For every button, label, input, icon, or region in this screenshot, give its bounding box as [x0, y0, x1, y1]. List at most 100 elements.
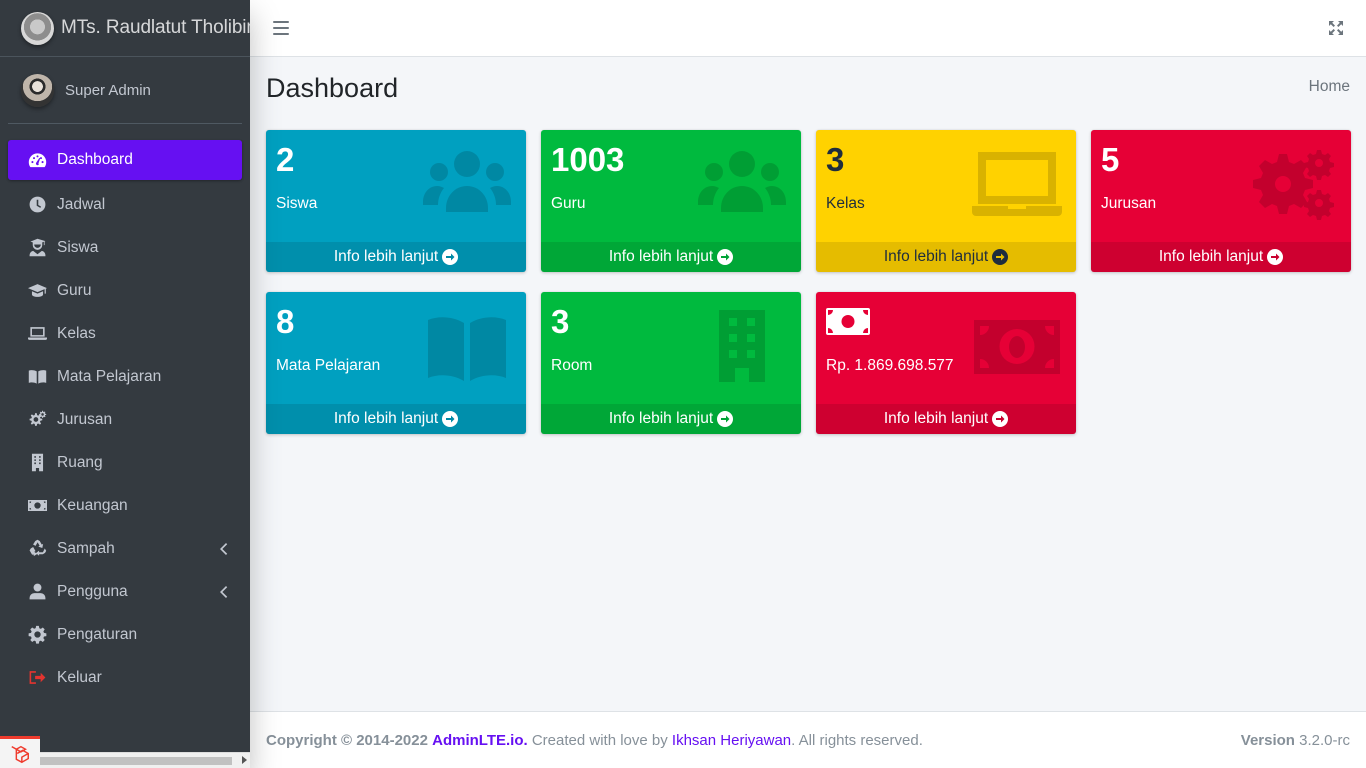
box-label: Siswa	[276, 195, 318, 212]
arrow-circle-right-icon	[717, 411, 734, 427]
sidebar-item-mata-pelajaran[interactable]: Mata Pelajaran	[8, 355, 242, 398]
version-value: 3.2.0-rc	[1299, 731, 1350, 749]
chevron-left-icon	[218, 585, 228, 599]
money-bill-icon	[26, 495, 48, 517]
more-info-link[interactable]: Info lebih lanjut	[541, 242, 801, 272]
expand-arrows-icon	[1329, 21, 1343, 35]
sidebar-item-label: Pengaturan	[57, 625, 138, 643]
sidebar-item-dashboard[interactable]: Dashboard	[8, 140, 242, 180]
scroll-right-arrow-icon[interactable]	[242, 756, 247, 764]
avatar	[21, 73, 54, 107]
version: Version 3.2.0-rc	[1241, 732, 1350, 749]
user-icon	[26, 581, 48, 603]
box-value: 8	[276, 303, 295, 340]
copyright-text: Copyright © 2014-2022	[266, 731, 428, 749]
sign-out-icon	[26, 667, 48, 689]
more-info-link[interactable]: Info lebih lanjut	[266, 404, 526, 434]
brand-title: MTs. Raudlatut Tholibin	[61, 17, 250, 38]
bars-icon-line	[273, 27, 289, 29]
sidebar-item-jurusan[interactable]: Jurusan	[8, 398, 242, 441]
sidebar-item-label: Guru	[57, 281, 92, 299]
chevron-left-icon	[218, 542, 228, 556]
adminlte-link[interactable]: AdminLTE.io.	[432, 732, 528, 749]
sidebar-item-guru[interactable]: Guru	[8, 269, 242, 312]
more-info-link[interactable]: Info lebih lanjut	[1091, 242, 1351, 272]
box-label: Room	[551, 357, 593, 374]
sidebar-item-label: Keuangan	[57, 496, 128, 514]
menu-toggle-button[interactable]	[272, 19, 290, 37]
graduation-cap-icon	[26, 280, 48, 302]
more-info-link[interactable]: Info lebih lanjut	[541, 404, 801, 434]
sidebar-item-label: Sampah	[57, 539, 115, 557]
small-box-siswa: 2 Siswa Info lebih lanjut	[266, 130, 526, 272]
sidebar-item-siswa[interactable]: Siswa	[8, 226, 242, 269]
main-sidebar: MTs. Raudlatut Tholibin Super Admin Dash…	[0, 0, 250, 768]
sidebar-item-jadwal[interactable]: Jadwal	[8, 183, 242, 226]
version-label: Version	[1240, 731, 1295, 749]
sidebar-item-label: Mata Pelajaran	[57, 367, 162, 385]
breadcrumb-home[interactable]: Home	[1309, 78, 1350, 96]
sidebar-item-keuangan[interactable]: Keuangan	[8, 484, 242, 527]
sidebar-item-label: Siswa	[57, 238, 99, 256]
sidebar-item-keluar[interactable]: Keluar	[8, 656, 242, 699]
school-logo-icon	[21, 11, 54, 45]
more-info-text: Info lebih lanjut	[608, 248, 714, 265]
arrow-circle-right-icon	[992, 249, 1009, 265]
tachometer-icon	[26, 149, 48, 171]
arrow-circle-right-icon	[717, 249, 734, 265]
users-icon	[697, 148, 787, 220]
box-value: 1003	[551, 141, 625, 178]
main-header	[250, 0, 1366, 57]
sidebar-item-kelas[interactable]: Kelas	[8, 312, 242, 355]
more-info-link[interactable]: Info lebih lanjut	[266, 242, 526, 272]
more-info-text: Info lebih lanjut	[608, 410, 714, 427]
laptop-icon	[972, 148, 1062, 220]
sidebar-item-label: Jadwal	[57, 195, 106, 213]
box-label: Rp. 1.869.698.577	[826, 357, 954, 374]
box-label: Jurusan	[1101, 195, 1157, 212]
building-icon	[26, 452, 48, 474]
box-label: Guru	[551, 195, 586, 212]
arrow-circle-right-icon	[442, 411, 459, 427]
scrollbar-thumb[interactable]	[40, 757, 232, 765]
arrow-circle-right-icon	[992, 411, 1009, 427]
more-info-text: Info lebih lanjut	[333, 248, 439, 265]
more-info-text: Info lebih lanjut	[333, 410, 439, 427]
cogs-icon	[1247, 148, 1337, 220]
box-value: 2	[276, 141, 295, 178]
small-box-kelas: 3 Kelas Info lebih lanjut	[816, 130, 1076, 272]
user-panel[interactable]: Super Admin	[8, 57, 242, 124]
box-value: 5	[1101, 141, 1120, 178]
more-info-link[interactable]: Info lebih lanjut	[816, 242, 1076, 272]
sidebar-item-label: Dashboard	[57, 151, 133, 168]
arrow-circle-right-icon	[442, 249, 459, 265]
user-name[interactable]: Super Admin	[65, 82, 151, 99]
small-box-keuangan: Rp. 1.869.698.577 Info lebih lanjut	[816, 292, 1076, 434]
sidebar-item-label: Ruang	[57, 453, 103, 471]
cog-icon	[26, 624, 48, 646]
building-icon	[697, 310, 787, 382]
sidebar-item-sampah[interactable]: Sampah	[8, 527, 242, 570]
main-footer: Copyright © 2014-2022 AdminLTE.io. Creat…	[250, 711, 1366, 768]
more-info-text: Info lebih lanjut	[883, 410, 989, 427]
small-box-jurusan: 5 Jurusan Info lebih lanjut	[1091, 130, 1351, 272]
small-box-mata-pelajaran: 8 Mata Pelajaran Info lebih lanjut	[266, 292, 526, 434]
user-graduate-icon	[26, 237, 48, 259]
copyright: Copyright © 2014-2022 AdminLTE.io. Creat…	[266, 732, 923, 749]
brand-link[interactable]: MTs. Raudlatut Tholibin	[0, 0, 250, 57]
fullscreen-button[interactable]	[1328, 20, 1344, 36]
sidebar-item-label: Kelas	[57, 324, 96, 342]
content-wrapper: Dashboard Home 2 Siswa Info lebih lanjut…	[250, 57, 1366, 711]
more-info-link[interactable]: Info lebih lanjut	[816, 404, 1076, 434]
author-link[interactable]: Ikhsan Heriyawan	[672, 732, 791, 749]
sidebar-item-pengaturan[interactable]: Pengaturan	[8, 613, 242, 656]
laravel-debugbar-icon[interactable]	[0, 736, 40, 768]
money-bill-icon	[826, 308, 870, 335]
sidebar-nav: Dashboard Jadwal Siswa Guru Kelas Mata P…	[0, 124, 250, 699]
sidebar-item-pengguna[interactable]: Pengguna	[8, 570, 242, 613]
sidebar-item-label: Keluar	[57, 668, 102, 686]
sidebar-item-ruang[interactable]: Ruang	[8, 441, 242, 484]
box-value: 3	[551, 303, 570, 340]
more-info-text: Info lebih lanjut	[1158, 248, 1264, 265]
arrow-circle-right-icon	[1267, 249, 1284, 265]
